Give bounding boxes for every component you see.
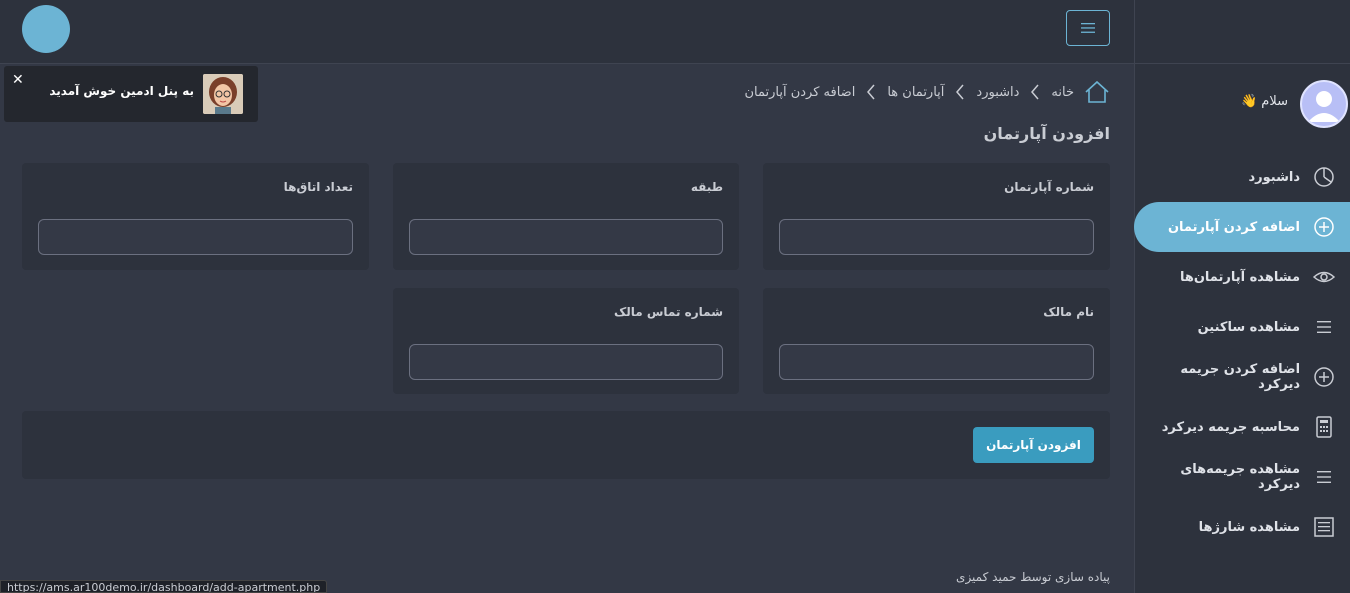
- chevron-left-icon: [867, 84, 875, 100]
- footer-credit: پیاده سازی توسط حمید کمیزی: [956, 570, 1110, 584]
- breadcrumb: خانه داشبورد آپارتمان ها اضافه کردن آپار…: [744, 78, 1110, 106]
- apartment-number-label: شماره آپارتمان: [1004, 180, 1094, 194]
- sidebar-item-add-apartment[interactable]: اضافه کردن آپارتمان: [1134, 202, 1350, 252]
- sidebar-item-add-late-fee[interactable]: اضافه کردن جریمه دیرکرد: [1134, 352, 1350, 402]
- receipt-icon: [1312, 515, 1336, 539]
- room-count-input[interactable]: [38, 219, 353, 255]
- list-icon: [1312, 465, 1336, 489]
- breadcrumb-current: اضافه کردن آپارتمان: [744, 84, 856, 100]
- form-actions: افزودن آپارتمان: [22, 411, 1110, 479]
- user-icon: [1308, 91, 1340, 122]
- page-title: افزودن آپارتمان: [983, 124, 1110, 143]
- apartment-number-card: شماره آپارتمان: [763, 163, 1110, 270]
- sidebar-item-label: محاسبه جریمه دیرکرد: [1161, 419, 1300, 435]
- owner-name-input[interactable]: [779, 344, 1094, 380]
- sidebar-item-label: اضافه کردن آپارتمان: [1167, 219, 1300, 235]
- user-avatar[interactable]: [22, 5, 70, 53]
- toast-message: به پنل ادمین خوش آمدید: [49, 84, 194, 98]
- sidebar-item-label: مشاهده آپارتمان‌ها: [1179, 269, 1300, 285]
- owner-name-label: نام مالک: [1043, 305, 1094, 319]
- list-icon: [1312, 315, 1336, 339]
- breadcrumb-home[interactable]: خانه: [1051, 85, 1074, 100]
- plus-circle-icon: [1312, 215, 1336, 239]
- room-count-label: تعداد اتاق‌ها: [283, 180, 353, 194]
- status-url: https://ams.ar100demo.ir/dashboard/add-a…: [0, 580, 328, 593]
- greeting: سلام 👋: [1240, 94, 1288, 109]
- sidebar-item-view-apartments[interactable]: مشاهده آپارتمان‌ها: [1134, 252, 1350, 302]
- owner-phone-label: شماره تماس مالک: [613, 305, 723, 319]
- profile-avatar[interactable]: [1300, 80, 1348, 128]
- close-icon[interactable]: ✕: [12, 72, 24, 88]
- sidebar-item-view-late-fees[interactable]: مشاهده جریمه‌های دیرکرد: [1134, 452, 1350, 502]
- sidebar: سلام 👋 داشبورد اضافه کردن آپارتمان مشاهد…: [1134, 64, 1350, 593]
- owner-name-card: نام مالک: [763, 288, 1110, 394]
- room-count-card: تعداد اتاق‌ها: [22, 163, 369, 270]
- sidebar-item-label: مشاهده شارژها: [1198, 519, 1300, 535]
- sidebar-item-label: مشاهده جریمه‌های دیرکرد: [1180, 462, 1301, 492]
- breadcrumb-dashboard[interactable]: داشبورد: [976, 85, 1019, 100]
- add-apartment-button[interactable]: افزودن آپارتمان: [973, 427, 1094, 463]
- sidebar-item-label: مشاهده ساکنین: [1197, 319, 1300, 335]
- owner-phone-input[interactable]: [409, 344, 723, 380]
- floor-input[interactable]: [409, 219, 723, 255]
- admin-avatar: [203, 74, 243, 114]
- home-icon[interactable]: [1084, 80, 1110, 104]
- floor-card: طبقه: [393, 163, 739, 270]
- floor-label: طبقه: [690, 180, 723, 194]
- sidebar-item-label: اضافه کردن جریمه دیرکرد: [1180, 362, 1301, 392]
- apartment-number-input[interactable]: [779, 219, 1094, 255]
- sidebar-item-view-charges[interactable]: مشاهده شارژها: [1134, 502, 1350, 552]
- plus-circle-icon: [1312, 365, 1336, 389]
- eye-icon: [1312, 265, 1336, 289]
- sidebar-item-label: داشبورد: [1248, 169, 1300, 185]
- welcome-toast: ✕ به پنل ادمین خوش آمدید: [4, 66, 258, 122]
- breadcrumb-apartments[interactable]: آپارتمان ها: [887, 85, 944, 100]
- chevron-left-icon: [956, 84, 964, 100]
- calculator-icon: [1312, 415, 1336, 439]
- top-bar: [0, 0, 1350, 64]
- hamburger-icon: [1081, 23, 1095, 33]
- profile: سلام 👋: [1134, 80, 1350, 128]
- owner-phone-card: شماره تماس مالک: [393, 288, 739, 394]
- sidebar-item-calc-late-fee[interactable]: محاسبه جریمه دیرکرد: [1134, 402, 1350, 452]
- sidebar-header: [1134, 0, 1350, 64]
- sidebar-item-dashboard[interactable]: داشبورد: [1134, 152, 1350, 202]
- menu-toggle-button[interactable]: [1066, 10, 1110, 46]
- chevron-left-icon: [1031, 84, 1039, 100]
- pie-chart-icon: [1312, 165, 1336, 189]
- sidebar-item-view-residents[interactable]: مشاهده ساکنین: [1134, 302, 1350, 352]
